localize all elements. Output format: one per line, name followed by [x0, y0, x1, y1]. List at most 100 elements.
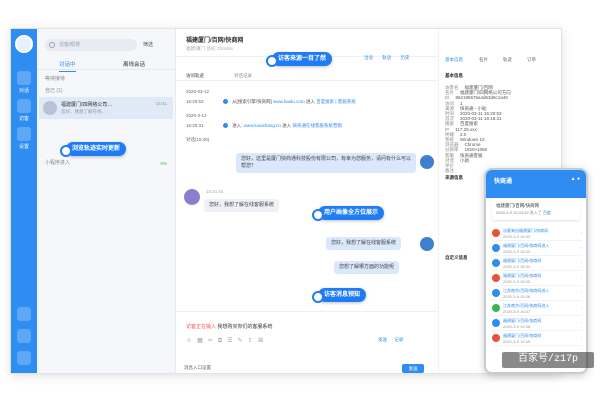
- contacts-panel: 访客/昵称 筛选 对话中 离线会话 等待接待 自己 (1) 福建厦门/四网络公司…: [37, 29, 176, 373]
- profile-value: 小助: [460, 157, 469, 163]
- contacts-tabs: 对话中 离线会话: [37, 57, 175, 72]
- scissors-icon[interactable]: ✂: [208, 338, 218, 344]
- mobile-track-item[interactable]: 福建厦门/百网/快商网 2020-3-9 15:34 ›: [492, 256, 582, 271]
- tab-offline[interactable]: 离线会话: [123, 60, 145, 68]
- callout-preview: 访客消息预知: [311, 288, 367, 303]
- track-landing[interactable]: 百度搜索 | 客服系统: [316, 99, 356, 104]
- folder-icon[interactable]: [17, 307, 31, 321]
- track-link[interactable]: www.kuaishang.cn: [244, 123, 281, 128]
- track-row-1[interactable]: 15:20:53 从[搜索引擎/快商网] www.baidu.com 进入 百度…: [186, 99, 356, 105]
- stage: 对话 访客 设置 访客/昵称 筛选 对话中 离线会话 等待接待 自己 (1) 福…: [0, 0, 600, 400]
- mobile-card-title: 福建厦门/百网/快商网: [496, 203, 539, 208]
- visitor-item[interactable]: 福建厦门/四网络公司… 15:41 您好，我想了解在线…: [39, 97, 173, 119]
- profile-value: 862195576a4d63d9c1a48: [455, 95, 508, 101]
- chevron-right-icon: ›: [580, 335, 582, 340]
- tab-history[interactable]: 历史: [401, 55, 410, 60]
- filter-button[interactable]: 筛选: [143, 41, 153, 48]
- track-dot-icon: [492, 229, 500, 237]
- send-button[interactable]: 发送: [402, 364, 424, 373]
- group-waiting[interactable]: 等待接待: [45, 75, 65, 82]
- dialog-label[interactable]: 对话记录: [234, 73, 252, 79]
- mobile-track-time: 2020-3-9 15:37: [503, 309, 531, 314]
- copy-icon[interactable]: ⧉: [218, 338, 227, 344]
- mobile-track-time: 2020-3-9 15:39: [503, 339, 531, 344]
- callout-track: 浏览轨迹实时更新: [59, 142, 127, 157]
- list-icon[interactable]: ☰: [227, 338, 237, 344]
- avatar[interactable]: [15, 35, 33, 53]
- profile-row: 备注: [445, 168, 460, 174]
- auto-label[interactable]: 消息入口设置: [184, 365, 211, 371]
- chat-icon[interactable]: [17, 71, 31, 85]
- group-miniprogram[interactable]: 小程序进入: [45, 159, 70, 166]
- track-label[interactable]: 访问轨迹: [186, 73, 204, 79]
- mobile-track-item[interactable]: 福建厦门/百网/快商网 2020-3-9 15:35 ›: [492, 271, 582, 286]
- visitor-avatar: [43, 101, 57, 115]
- mobile-track-time: 2020-3-9 15:38: [503, 324, 531, 329]
- image-icon[interactable]: ▦: [197, 338, 208, 344]
- watermark: 百家号/z17p: [502, 352, 594, 368]
- send-link[interactable]: 发送: [378, 337, 387, 342]
- track-dot-icon: [492, 259, 500, 267]
- mobile-track-item[interactable]: 江苏南京/百网/快商网进入 2020-3-9 15:36 ›: [492, 286, 582, 301]
- chevron-right-icon: ›: [580, 260, 582, 265]
- rail-label-visitor: 访客: [18, 116, 29, 122]
- tab-track[interactable]: 轨迹: [503, 57, 512, 63]
- section-basic: 基本信息: [445, 73, 463, 78]
- track-link[interactable]: www.baidu.com: [273, 99, 305, 104]
- mobile-track-time: 2020-3-9 15:33: [503, 249, 531, 254]
- visitor-avatar: [184, 189, 200, 205]
- track-dot-icon: [492, 319, 500, 327]
- chevron-right-icon: ›: [580, 305, 582, 310]
- group-self[interactable]: 自己 (1): [45, 87, 63, 94]
- mobile-track-time: 2020-3-9 15:35: [503, 279, 531, 284]
- track-dot-icon: [222, 123, 228, 129]
- chevron-right-icon: ›: [580, 320, 582, 325]
- search-input[interactable]: 访客/昵称: [45, 39, 137, 51]
- tab-card[interactable]: 名片: [479, 57, 488, 63]
- track-src: 从[搜索引擎/快商网]: [232, 99, 272, 104]
- track-dot-icon: [492, 334, 500, 342]
- track-bar: [176, 69, 438, 81]
- chevron-right-icon: ›: [580, 290, 582, 295]
- left-rail: 对话 访客 设置: [11, 29, 37, 373]
- mobile-track-item[interactable]: 访客来自福建厦门/快商网 2020-3-9 15:33 ›: [492, 226, 582, 241]
- tab-order[interactable]: 订单: [527, 57, 536, 63]
- tab-chatting[interactable]: 对话中: [59, 60, 76, 72]
- track-enter: 进入: [305, 99, 315, 104]
- mobile-header-icons[interactable]: ▲ ●: [571, 176, 580, 182]
- tab-track[interactable]: 轨迹: [382, 55, 391, 60]
- rail-label-chat: 对话: [18, 88, 29, 94]
- track-row-2[interactable]: 15:20:31 进入: www.kuaishang.cn 进入 快商通在线客服…: [186, 123, 342, 129]
- track-dot-icon: [492, 304, 500, 312]
- upload-icon[interactable]: ⇧: [248, 338, 258, 344]
- mobile-card-sub: 2020-3-9 15:33:52 进入了 百度: [496, 210, 551, 216]
- mobile-track-item[interactable]: 福建厦门/百网/快商网 2020-3-9 15:39 ›: [492, 331, 582, 346]
- emoji-icon[interactable]: ☺: [186, 338, 197, 344]
- mobile-logo: 快商通: [494, 179, 513, 185]
- tab-basic[interactable]: 基本信息: [445, 57, 463, 63]
- mobile-visitor-card[interactable]: 福建厦门/百网/快商网 2020-3-9 15:33:52 进入了 百度: [492, 200, 580, 220]
- mobile-track-item[interactable]: 江苏南京/百网/快商网进入 2020-3-9 15:37 ›: [492, 301, 582, 316]
- clock-icon[interactable]: [17, 329, 31, 343]
- tab-talk[interactable]: 洽谈: [364, 55, 373, 60]
- header-tabs: 洽谈 轨迹 历史: [364, 55, 418, 61]
- conversation-subtitle: 福建/厦门 访问 Chrome: [186, 46, 233, 51]
- track-date-2: 2020-3-12: [186, 113, 207, 118]
- gear-icon[interactable]: [17, 351, 31, 365]
- visitor-time: 15:41: [155, 101, 167, 106]
- agent-message-3: 您想了解哪方面的功能呢: [334, 261, 400, 274]
- command-icon[interactable]: ⌘: [258, 338, 269, 344]
- track-dot-icon: [492, 274, 500, 282]
- mobile-track-item[interactable]: 福建厦门/百网/快商网 2020-3-9 15:38 ›: [492, 316, 582, 331]
- settings-icon[interactable]: [17, 127, 31, 141]
- search-icon: [49, 42, 55, 48]
- section-source: 来源信息: [445, 175, 463, 180]
- track-landing[interactable]: 快商通在线客服系统营销: [292, 123, 342, 128]
- edit-icon[interactable]: ✎: [238, 338, 248, 344]
- mobile-track-time: 2020-3-9 15:34: [503, 264, 531, 269]
- record-link[interactable]: 记录: [394, 337, 403, 342]
- visitor-icon[interactable]: [17, 99, 31, 113]
- mobile-card-link[interactable]: 百度: [543, 210, 551, 215]
- mobile-track-item[interactable]: 福建厦门/百网/快商网进入 2020-3-9 15:33 ›: [492, 241, 582, 256]
- agent-message-2: 您好，我想了解在线客服系统: [326, 237, 402, 250]
